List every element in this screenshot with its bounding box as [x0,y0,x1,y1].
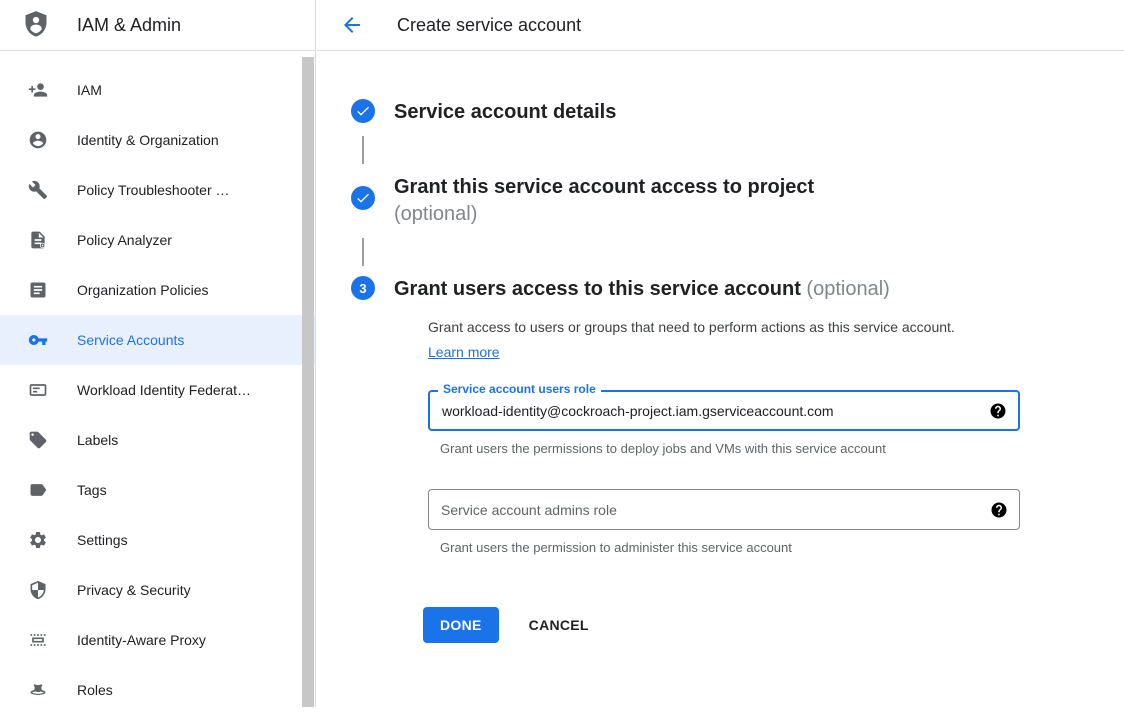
sidebar-item-tags[interactable]: Tags [0,465,315,515]
step-connector [362,136,364,164]
sidebar-scrollbar-thumb[interactable] [302,57,314,707]
step-2-optional-label: (optional) [394,203,477,225]
page-title: Create service account [397,15,581,36]
done-button[interactable]: DONE [423,607,499,643]
wizard: Service account details Grant this servi… [317,51,1124,643]
sidebar-item-label: Policy Analyzer [77,232,172,248]
sidebar-item-label: Roles [77,682,113,698]
sidebar-item-workload-identity-federation[interactable]: Workload Identity Federat… [0,365,315,415]
sidebar-item-label: Organization Policies [77,282,209,298]
sidebar-item-label: Labels [77,432,118,448]
sidebar-item-identity-aware-proxy[interactable]: Identity-Aware Proxy [0,615,315,665]
wrench-icon [28,180,48,200]
proxy-icon [28,630,48,650]
users-role-field-label: Service account users role [438,382,601,396]
step-1-title: Service account details [394,99,616,126]
sidebar-item-labels[interactable]: Labels [0,415,315,465]
sidebar-item-label: Settings [77,532,128,548]
action-buttons: DONE CANCEL [423,607,1020,643]
step-complete-check-icon [351,99,375,123]
main-panel: Create service account Service account d… [317,0,1124,707]
help-icon[interactable] [990,501,1008,519]
sidebar: IAM & Admin IAM Identity & Organization … [0,0,316,707]
step-3-number-badge: 3 [351,276,375,300]
identity-card-icon [28,380,48,400]
step-connector [362,238,364,266]
sidebar-item-organization-policies[interactable]: Organization Policies [0,265,315,315]
admins-role-input[interactable] [429,490,967,529]
sidebar-title: IAM & Admin [77,15,181,36]
service-account-admins-role-field [428,489,1020,530]
cancel-button[interactable]: CANCEL [529,617,589,633]
step-3-description: Grant access to users or groups that nee… [428,315,988,365]
sidebar-item-policy-troubleshooter[interactable]: Policy Troubleshooter … [0,165,315,215]
step-3-optional-label: (optional) [806,278,889,300]
service-account-key-icon [28,330,48,350]
sidebar-item-policy-analyzer[interactable]: Policy Analyzer [0,215,315,265]
sidebar-item-label: IAM [77,82,102,98]
admins-role-helper-text: Grant users the permission to administer… [440,539,1020,557]
step-3-body: Grant access to users or groups that nee… [428,315,1020,643]
sidebar-item-label: Policy Troubleshooter … [77,182,230,198]
sidebar-item-label: Tags [77,482,107,498]
step-3-title: Grant users access to this service accou… [394,276,890,303]
step-complete-check-icon [351,186,375,210]
step-2-grant-access-to-project: Grant this service account access to pro… [351,174,1124,228]
iam-admin-logo-shield-icon [22,9,50,41]
step-2-title: Grant this service account access to pro… [394,174,814,228]
learn-more-link[interactable]: Learn more [428,344,500,360]
step-3-grant-users-access: 3 Grant users access to this service acc… [351,276,1124,303]
page-header: Create service account [317,0,1124,51]
service-account-users-role-field: Service account users role [428,390,1020,431]
back-arrow-icon[interactable] [340,13,364,37]
users-role-input[interactable] [430,392,966,429]
help-icon[interactable] [989,402,1007,420]
policy-analyzer-icon [28,230,48,250]
shield-icon [28,580,48,600]
sidebar-item-identity-organization[interactable]: Identity & Organization [0,115,315,165]
sidebar-item-label: Workload Identity Federat… [77,382,251,398]
sidebar-item-iam[interactable]: IAM [0,65,315,115]
sidebar-header: IAM & Admin [0,0,315,51]
sidebar-item-label: Service Accounts [77,332,184,348]
person-add-icon [28,80,48,100]
sidebar-item-label: Privacy & Security [77,582,191,598]
sidebar-item-label: Identity-Aware Proxy [77,632,206,648]
gear-icon [28,530,48,550]
org-policies-icon [28,280,48,300]
sidebar-item-privacy-security[interactable]: Privacy & Security [0,565,315,615]
tag-arrow-icon [28,480,48,500]
users-role-helper-text: Grant users the permissions to deploy jo… [440,440,1020,458]
label-tag-icon [28,430,48,450]
sidebar-item-label: Identity & Organization [77,132,219,148]
sidebar-item-settings[interactable]: Settings [0,515,315,565]
sidebar-item-roles[interactable]: Roles [0,665,315,715]
account-circle-icon [28,130,48,150]
step-1-service-account-details: Service account details [351,99,1124,126]
sidebar-item-service-accounts[interactable]: Service Accounts [0,315,315,365]
sidebar-nav: IAM Identity & Organization Policy Troub… [0,51,315,715]
roles-hat-icon [28,680,48,700]
